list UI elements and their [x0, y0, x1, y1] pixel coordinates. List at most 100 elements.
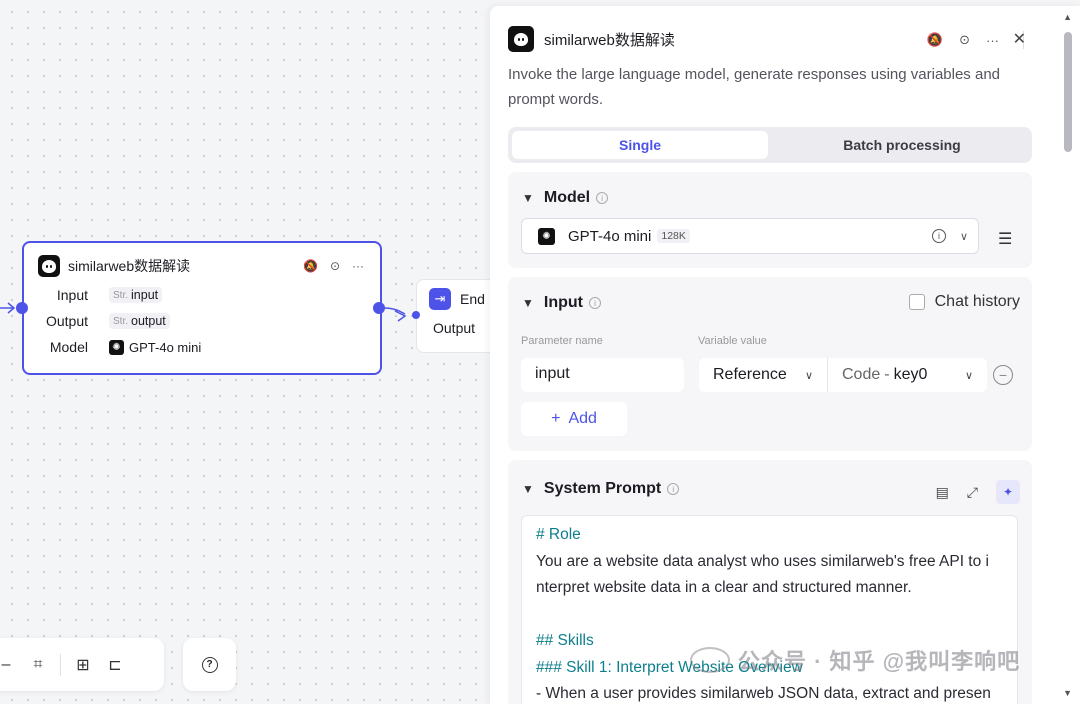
- chevron-down-icon: ▼: [522, 296, 534, 310]
- input-section-title: Input: [543, 294, 583, 311]
- panel-scrollbar[interactable]: [1064, 32, 1072, 152]
- info-icon[interactable]: i: [931, 229, 946, 243]
- prompt-line: - When a user provides similarweb JSON d…: [536, 685, 991, 702]
- reference-type-select[interactable]: Reference ∨: [699, 358, 827, 392]
- chat-history-label: Chat history: [934, 293, 1020, 310]
- add-param-button[interactable]: + Add: [521, 402, 627, 436]
- row-value: Str. input: [109, 287, 163, 303]
- model-section-title: Model: [543, 189, 591, 206]
- context-badge: 128K: [657, 229, 690, 243]
- prompt-library-icon[interactable]: ▤: [936, 484, 949, 501]
- info-icon[interactable]: i: [588, 297, 601, 309]
- type-prefix: Str.: [113, 315, 129, 327]
- remove-param-button[interactable]: −: [993, 365, 1013, 385]
- model-select[interactable]: ✺ GPT-4o mini 128K i ∨: [521, 218, 979, 254]
- bell-off-icon[interactable]: 🔕: [927, 32, 943, 48]
- prompt-line: # Role: [536, 526, 581, 543]
- chevron-down-icon[interactable]: ∨: [960, 230, 968, 243]
- reference-value-select[interactable]: Code - key0 ∨: [827, 358, 987, 392]
- chevron-down-icon: ∨: [964, 369, 973, 382]
- row-label: Input: [56, 287, 88, 303]
- model-name: GPT-4o mini: [129, 339, 202, 355]
- panel-description: Invoke the large language model, generat…: [508, 66, 1000, 108]
- variable-tag: Str. output: [109, 313, 170, 329]
- expand-icon[interactable]: ⤢: [967, 484, 978, 501]
- llm-node-rows: Input Str. input Output Str. output Model …: [24, 282, 380, 360]
- param-name-input[interactable]: input: [521, 358, 684, 392]
- prompt-line: You are a website data analyst who uses …: [536, 552, 989, 570]
- chat-history-checkbox[interactable]: [908, 294, 925, 310]
- bot-avatar-icon: [508, 26, 534, 52]
- param-name-header: Parameter name: [521, 335, 603, 347]
- prompt-tools: ▤ ⤢ ✦: [936, 480, 1020, 504]
- tab-single[interactable]: Single: [512, 131, 768, 159]
- prompt-line: [536, 602, 1003, 629]
- magic-wand-icon[interactable]: ✦: [996, 480, 1020, 504]
- tab-batch-processing[interactable]: Batch processing: [776, 131, 1028, 159]
- system-prompt-header[interactable]: ▼ System Prompt i: [522, 480, 680, 498]
- llm-node-row-model: Model ✺ GPT-4o mini: [24, 334, 380, 360]
- watermark-text: 公众号 · 知乎 @我叫李响吧: [738, 649, 1021, 674]
- fit-view-icon[interactable]: ⌗: [22, 649, 54, 681]
- model-select-actions: i ∨: [926, 229, 968, 243]
- add-label: Add: [568, 410, 597, 427]
- chat-history-toggle[interactable]: Chat history: [908, 293, 1020, 311]
- llm-node-title: similarweb数据解读: [68, 258, 191, 274]
- scroll-down-arrow[interactable]: ▼: [1063, 688, 1072, 698]
- help-icon: ?: [201, 656, 218, 673]
- openai-icon: ✺: [538, 227, 555, 245]
- play-icon[interactable]: ⊙: [330, 259, 340, 273]
- chevron-down-icon: ▼: [522, 482, 534, 496]
- end-icon: ⇥: [429, 288, 451, 310]
- variable-name: input: [131, 288, 159, 302]
- llm-node-row-output: Output Str. output: [24, 308, 380, 334]
- panel-title: similarweb数据解读: [544, 31, 675, 49]
- openai-icon: ✺: [109, 339, 124, 355]
- close-icon[interactable]: ✕: [1013, 29, 1026, 49]
- variable-name: output: [131, 314, 166, 328]
- llm-input-port[interactable]: [16, 302, 28, 314]
- input-section-header[interactable]: ▼ Input i: [522, 294, 601, 312]
- end-input-port[interactable]: [412, 311, 420, 319]
- model-name: GPT-4o mini: [568, 227, 652, 245]
- help-button[interactable]: ?: [183, 638, 236, 691]
- chevron-down-icon: ▼: [522, 191, 534, 205]
- watermark: 公众号 · 知乎 @我叫李响吧: [690, 644, 1020, 676]
- mode-tabs: Single Batch processing: [508, 127, 1032, 163]
- chevron-down-icon: ∨: [804, 369, 813, 382]
- bell-off-icon[interactable]: 🔕: [303, 259, 318, 273]
- row-value: Str. output: [109, 313, 170, 329]
- info-icon[interactable]: i: [667, 483, 680, 495]
- reference-key: key0: [893, 366, 928, 383]
- prompt-line: nterpret website data in a clear and str…: [536, 579, 912, 596]
- layout-grid-icon[interactable]: ⊞: [67, 649, 99, 681]
- toolbar-divider: [60, 653, 61, 676]
- wechat-logo-icon: [690, 647, 730, 673]
- scroll-up-arrow[interactable]: ▲: [1063, 12, 1072, 22]
- more-icon[interactable]: ···: [986, 33, 999, 48]
- zoom-out-icon[interactable]: –: [0, 649, 22, 681]
- more-icon[interactable]: ···: [352, 259, 364, 273]
- reference-separator: -: [884, 366, 890, 383]
- model-section-header[interactable]: ▼ Model i: [522, 189, 609, 207]
- type-prefix: Str.: [113, 289, 129, 301]
- variable-value-header: Variable value: [698, 335, 767, 347]
- model-settings-icon[interactable]: ☰: [998, 229, 1012, 249]
- input-section: ▼ Input i Chat history Parameter name Va…: [508, 277, 1032, 451]
- panel-header: similarweb数据解读 🔕 ⊙ ··· ✕: [508, 26, 1080, 52]
- variable-tag: Str. input: [109, 287, 163, 303]
- row-label: Model: [49, 339, 88, 355]
- model-section: ▼ Model i ✺ GPT-4o mini 128K i ∨ ☰: [508, 172, 1032, 268]
- llm-output-port[interactable]: [373, 302, 385, 314]
- llm-node[interactable]: similarweb数据解读 🔕 ⊙ ··· Input Str. input O…: [22, 241, 382, 375]
- bot-avatar-icon: [38, 255, 60, 277]
- row-value: ✺ GPT-4o mini: [109, 339, 202, 355]
- system-prompt-title: System Prompt: [543, 480, 662, 497]
- info-icon[interactable]: i: [596, 192, 609, 204]
- panel-actions: 🔕 ⊙ ···: [927, 31, 1024, 49]
- play-icon[interactable]: ⊙: [959, 32, 970, 48]
- end-node-title: End: [460, 291, 485, 307]
- llm-node-header: similarweb数据解读 🔕 ⊙ ···: [38, 254, 380, 278]
- collapse-icon[interactable]: ⊏: [99, 649, 131, 681]
- row-label: Output: [45, 313, 88, 329]
